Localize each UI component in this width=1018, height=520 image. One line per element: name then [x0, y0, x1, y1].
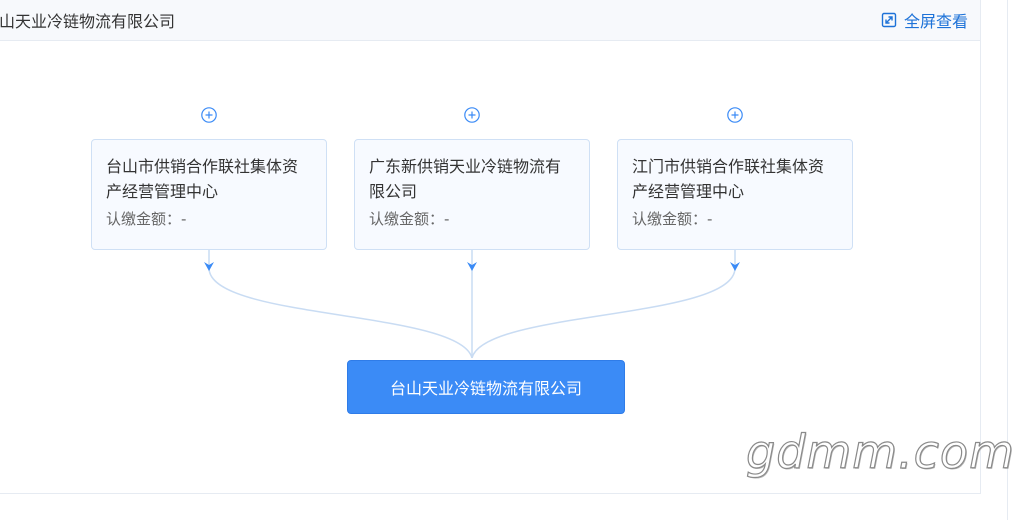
shareholder-name: 广东新供销天业冷链物流有限公司	[369, 157, 562, 201]
plus-circle-icon	[727, 107, 743, 123]
shareholder-amount: 认缴金额：-	[369, 210, 450, 228]
company-node[interactable]: 台山天业冷链物流有限公司	[347, 360, 625, 414]
shareholder-amount: 认缴金额：-	[106, 210, 187, 228]
shareholder-node-1[interactable]: 台山市供销合作联社集体资产经营管理中心 认缴金额：-	[91, 139, 327, 250]
connector-line-1	[208, 267, 473, 359]
shareholder-name: 江门市供销合作联社集体资产经营管理中心	[632, 157, 825, 201]
shareholder-name: 台山市供销合作联社集体资产经营管理中心	[106, 157, 299, 201]
shareholder-amount: 认缴金额：-	[632, 210, 713, 228]
watermark: gdmm.com	[745, 424, 1015, 479]
shareholder-node-3[interactable]: 江门市供销合作联社集体资产经营管理中心 认缴金额：-	[617, 139, 853, 250]
expand-node-button-2[interactable]	[464, 107, 480, 123]
expand-node-button-3[interactable]	[727, 107, 743, 123]
plus-circle-icon	[464, 107, 480, 123]
plus-circle-icon	[201, 107, 217, 123]
connector-line-3	[471, 267, 736, 359]
shareholder-node-2[interactable]: 广东新供销天业冷链物流有限公司 认缴金额：-	[354, 139, 590, 250]
expand-node-button-1[interactable]	[201, 107, 217, 123]
